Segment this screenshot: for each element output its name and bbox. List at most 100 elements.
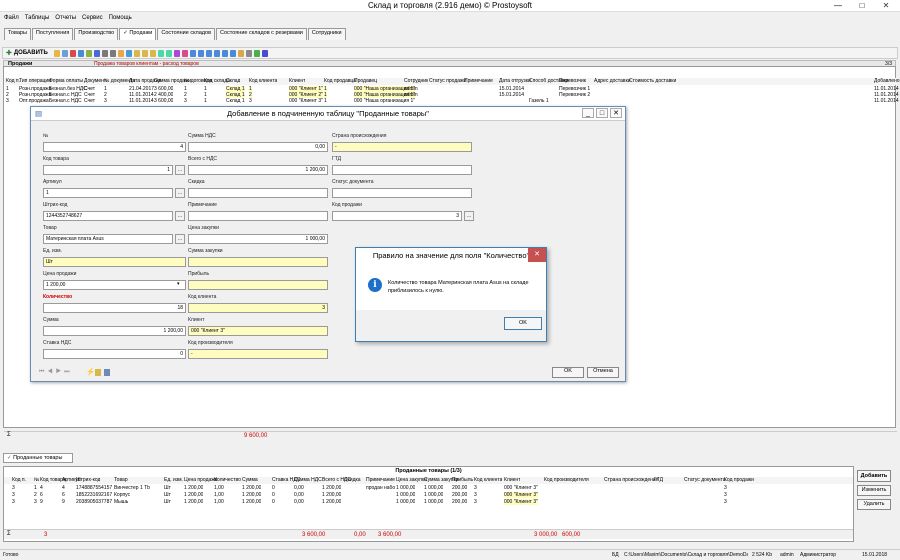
sold-products-col-header[interactable]: Код клиента — [474, 477, 502, 483]
gtd-field[interactable] — [332, 165, 472, 175]
prev-page-icon[interactable] — [197, 49, 204, 57]
code-lookup-button[interactable]: … — [175, 165, 185, 175]
maximize-button[interactable]: □ — [850, 0, 874, 11]
sold-products-col-header[interactable]: Код п. — [12, 477, 26, 483]
form-settings-icon[interactable] — [95, 369, 101, 376]
sales-grid-col-header[interactable]: Примечание — [464, 78, 493, 84]
next-record-icon[interactable] — [213, 49, 220, 57]
sales-grid-col-header[interactable]: Стоимость доставки — [629, 78, 676, 84]
sales-grid-col-header[interactable]: Продавец — [354, 78, 377, 84]
profit-field[interactable] — [188, 280, 328, 290]
tab-employees[interactable]: Сотрудники — [307, 28, 346, 40]
tab-sales[interactable]: ✓ Продажи — [119, 28, 157, 40]
edit-icon[interactable] — [53, 49, 60, 57]
tab-stock-reserves[interactable]: Состояние складов с резервами — [216, 28, 307, 40]
sold-products-col-header[interactable]: Товар — [114, 477, 128, 483]
note-field[interactable] — [188, 211, 328, 221]
sold-products-col-header[interactable]: Ед. изм. — [164, 477, 183, 483]
message-close-button[interactable]: ✕ — [528, 248, 546, 262]
sales-grid-col-header[interactable]: Код клиента — [249, 78, 277, 84]
calculator-icon[interactable] — [253, 49, 260, 57]
sales-grid-col-header[interactable]: Дата отгрузки — [499, 78, 531, 84]
sale-code-lookup-button[interactable]: … — [464, 211, 474, 221]
sort-asc-icon[interactable] — [157, 49, 164, 57]
dialog-cancel-button[interactable]: Отмена — [587, 367, 619, 378]
calc-icon[interactable] — [104, 369, 110, 376]
purchase-price-field[interactable]: 1 000,00 — [188, 234, 328, 244]
delete-icon[interactable] — [69, 49, 76, 57]
lightning-icon[interactable]: ⚡ — [86, 368, 95, 376]
message-ok-button[interactable]: OK — [504, 317, 542, 330]
sales-grid-col-header[interactable]: Тип операции — [19, 78, 51, 84]
sales-grid-col-header[interactable]: Клиент — [289, 78, 305, 84]
sales-grid-col-header[interactable]: Адрес доставки — [594, 78, 631, 84]
tab-sold-products[interactable]: ✓ Проданные товары — [3, 453, 73, 463]
sold-products-col-header[interactable]: Код продажи — [724, 477, 754, 483]
tab-receipts[interactable]: Поступления — [31, 28, 74, 40]
discount-field[interactable] — [188, 188, 328, 198]
article-lookup-button[interactable]: … — [175, 188, 185, 198]
filter-edit-icon[interactable] — [149, 49, 156, 57]
sold-products-col-header[interactable]: № — [34, 477, 39, 483]
dialog-ok-button[interactable]: OK — [552, 367, 584, 378]
menu-help[interactable]: Помощь — [109, 15, 132, 21]
menu-tables[interactable]: Таблицы — [25, 15, 50, 21]
vat-sum-field[interactable]: 0,00 — [188, 142, 328, 152]
country-field[interactable]: - — [332, 142, 472, 152]
menu-service[interactable]: Сервис — [82, 15, 103, 21]
tab-production[interactable]: Производство — [74, 28, 119, 40]
sales-grid-col-header[interactable]: Склад — [226, 78, 240, 84]
producer-code-field[interactable]: - — [188, 349, 328, 359]
settings-icon[interactable] — [245, 49, 252, 57]
record-navigator[interactable]: ⏮◀▶⏭ — [39, 369, 73, 376]
sold-products-col-header[interactable]: Клиент — [504, 477, 520, 483]
code-field[interactable]: 1 — [43, 165, 173, 175]
tab-products[interactable]: Товары — [4, 28, 31, 40]
purchase-sum-field[interactable] — [188, 257, 328, 267]
sales-grid-col-header[interactable]: Сотрудник — [404, 78, 428, 84]
print-icon[interactable] — [101, 49, 108, 57]
dialog-maximize-button[interactable]: □ — [596, 108, 608, 118]
search-icon[interactable] — [125, 49, 132, 57]
delete-row-button[interactable]: Удалить — [857, 499, 891, 510]
group-icon[interactable] — [173, 49, 180, 57]
prev-record-icon[interactable] — [205, 49, 212, 57]
edit-row-button[interactable]: Изменить — [857, 485, 891, 496]
sold-products-col-header[interactable]: Цена закупки — [396, 477, 427, 483]
sold-products-col-header[interactable]: Статус документа — [684, 477, 726, 483]
sold-products-col-header[interactable]: Количество — [214, 477, 241, 483]
add-row-button[interactable]: Добавить — [857, 470, 891, 482]
sold-products-col-header[interactable]: Скидка — [344, 477, 361, 483]
sum-field[interactable]: 1 200,00 — [43, 326, 186, 336]
client-code-field[interactable]: 3 — [188, 303, 328, 313]
price-select[interactable]: 1 200,00 — [43, 280, 186, 290]
refresh-icon[interactable] — [77, 49, 84, 57]
add-button[interactable]: ДОБАВИТЬ — [14, 50, 48, 56]
sold-products-col-header[interactable]: ГТД — [654, 477, 663, 483]
total-vat-field[interactable]: 1 200,00 — [188, 165, 328, 175]
dialog-close-button[interactable]: ✕ — [610, 108, 622, 118]
sales-grid-col-header[interactable]: Перевозчик — [559, 78, 586, 84]
num-field[interactable]: 4 — [43, 142, 186, 152]
sold-products-col-header[interactable]: Код производителя — [544, 477, 589, 483]
sold-products-col-header[interactable]: Сумма НДС — [294, 477, 322, 483]
sort-desc-icon[interactable] — [165, 49, 172, 57]
client-field[interactable]: 000 "Клиент 3" — [188, 326, 328, 336]
minimize-button[interactable]: — — [826, 0, 850, 11]
next-page-icon[interactable] — [221, 49, 228, 57]
doc-status-field[interactable] — [332, 188, 472, 198]
calendar-icon[interactable] — [237, 49, 244, 57]
sold-products-col-header[interactable]: Прибыль — [452, 477, 473, 483]
sold-products-col-header[interactable]: Сумма — [242, 477, 258, 483]
barcode-lookup-button[interactable]: … — [175, 211, 185, 221]
menu-file[interactable]: Файл — [4, 15, 19, 21]
sales-grid-col-header[interactable]: Добавлено — [874, 78, 900, 84]
qty-field[interactable]: 18 — [43, 303, 186, 313]
vat-rate-field[interactable]: 0 — [43, 349, 186, 359]
folder-icon[interactable] — [117, 49, 124, 57]
copy-icon[interactable] — [61, 49, 68, 57]
menu-reports[interactable]: Отчеты — [55, 15, 76, 21]
sale-code-field[interactable]: 3 — [332, 211, 462, 221]
sold-products-grid[interactable]: Проданные товары (1/3) Код п. № Код товара… — [3, 466, 854, 542]
filter-icon[interactable] — [133, 49, 140, 57]
